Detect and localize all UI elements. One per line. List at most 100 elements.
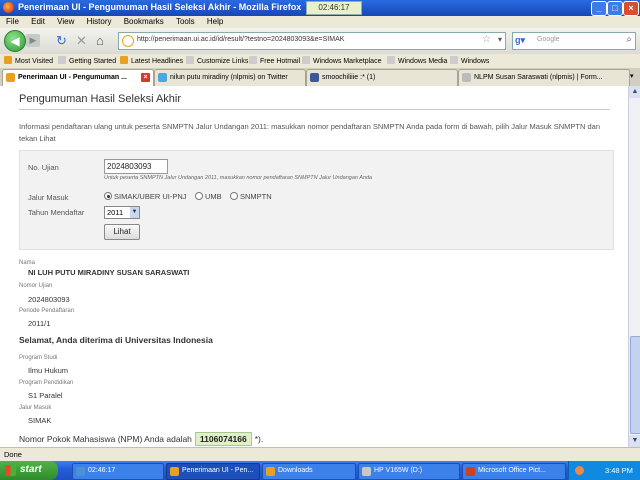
npm-line: Nomor Pokok Mahasiswa (NPM) Anda adalah 1… <box>19 432 263 446</box>
task-downloads[interactable]: Downloads <box>262 463 356 480</box>
menu-history[interactable]: History <box>87 17 112 26</box>
menu-bookmarks[interactable]: Bookmarks <box>124 17 164 26</box>
url-dropdown-icon[interactable]: ▾ <box>498 35 502 44</box>
office-picture-icon <box>466 467 475 476</box>
scroll-thumb[interactable] <box>630 336 640 434</box>
bookmarks-bar: Most Visited Getting Started Latest Head… <box>0 54 640 69</box>
nama-value: NI LUH PUTU MIRADINY SUSAN SARASWATI <box>28 268 190 277</box>
start-label: start <box>20 464 42 475</box>
search-form: No. Ujian 2024803093 Untuk peserta SNMPT… <box>19 150 614 250</box>
bookmark-star-icon[interactable]: ☆ <box>482 34 491 45</box>
info-text: Informasi pendaftaran ulang untuk pesert… <box>19 122 600 143</box>
search-icon[interactable]: ⌕ <box>626 34 632 45</box>
bookmark-latest-headlines[interactable]: Latest Headlines <box>120 56 183 65</box>
tab-bar: Penerimaan UI - Pengumuman ... × nilun p… <box>0 68 640 87</box>
menu-edit[interactable]: Edit <box>31 17 45 26</box>
tab-label: NLPM Susan Saraswati (nlpmis) | Form... <box>474 74 603 81</box>
radio-icon <box>195 192 203 200</box>
no-ujian-input[interactable]: 2024803093 <box>104 159 168 174</box>
bookmark-most-visited[interactable]: Most Visited <box>4 56 53 65</box>
windows-logo-icon <box>5 465 16 476</box>
tab-facebook[interactable]: smoochiliiie :* (1) <box>306 69 458 86</box>
prodi-label: Program Studi <box>19 355 58 361</box>
radio-simak[interactable]: SIMAK/UBER UI-PNJ <box>104 192 187 201</box>
clock-overlay: 02:46:17 <box>306 1 362 15</box>
menu-view[interactable]: View <box>57 17 74 26</box>
tahun-select[interactable]: 2011 ▼ <box>104 206 140 219</box>
url-text: http://penerimaan.ui.ac.id/id/result/?te… <box>137 36 345 43</box>
vertical-scrollbar[interactable]: ▲ ▼ <box>628 86 640 447</box>
search-box[interactable]: g▾ Google ⌕ <box>512 32 636 50</box>
bookmark-getting-started[interactable]: Getting Started <box>58 56 116 65</box>
bookmark-windows-marketplace[interactable]: Windows Marketplace <box>302 56 381 65</box>
radio-icon <box>104 192 112 200</box>
nama-label: Nama <box>19 260 36 266</box>
menu-help[interactable]: Help <box>207 17 223 26</box>
tray-icon[interactable] <box>575 466 584 475</box>
tab-form[interactable]: NLPM Susan Saraswati (nlpmis) | Form... <box>458 69 630 86</box>
maximize-button[interactable]: □ <box>607 1 623 16</box>
task-drive[interactable]: HP V165W (D:) <box>358 463 460 480</box>
tab-twitter[interactable]: nilun putu miradiny (nlpmis) on Twitter <box>154 69 306 86</box>
twitter-icon <box>158 73 167 82</box>
tab-favicon <box>6 73 15 82</box>
npm-suffix: *). <box>254 434 264 444</box>
lihat-button[interactable]: Lihat <box>104 224 140 240</box>
task-label: Penerimaan UI - Pen... <box>182 467 254 474</box>
npm-prefix: Nomor Pokok Mahasiswa (NPM) Anda adalah <box>19 434 192 444</box>
task-firefox[interactable]: Penerimaan UI - Pen... <box>166 463 260 480</box>
bookmark-windows-media[interactable]: Windows Media <box>387 56 447 65</box>
jalur-value: SIMAK <box>28 416 52 425</box>
minimize-button[interactable]: _ <box>591 1 607 16</box>
title-bar: Penerimaan UI - Pengumuman Hasil Seleksi… <box>0 0 640 16</box>
task-clock[interactable]: 02:46:17 <box>72 463 164 480</box>
task-label: 02:46:17 <box>88 467 116 474</box>
tab-list-icon[interactable]: ▾ <box>630 72 634 80</box>
firefox-icon <box>170 467 179 476</box>
back-button[interactable]: ◀ <box>4 30 26 52</box>
menu-file[interactable]: File <box>6 17 19 26</box>
pendidikan-label: Program Pendidikan <box>19 380 74 386</box>
stop-icon[interactable]: ✕ <box>76 32 87 50</box>
scroll-up-icon[interactable]: ▲ <box>629 86 640 98</box>
title-divider <box>19 109 610 110</box>
congrats-message: Selamat, Anda diterima di Universitas In… <box>19 335 213 345</box>
tab-label: nilun putu miradiny (nlpmis) on Twitter <box>170 74 288 81</box>
close-button[interactable]: × <box>623 1 639 16</box>
task-label: Microsoft Office Pict... <box>478 467 546 474</box>
reload-icon[interactable]: ↻ <box>56 32 67 50</box>
task-office-picture[interactable]: Microsoft Office Pict... <box>462 463 566 480</box>
downloads-icon <box>266 467 275 476</box>
nomor-ujian-value: 2024803093 <box>28 295 70 304</box>
system-tray: 3:48 PM <box>568 461 640 480</box>
drive-icon <box>362 467 371 476</box>
bookmark-free-hotmail[interactable]: Free Hotmail <box>249 56 300 65</box>
forward-button[interactable]: ▶ <box>26 34 40 47</box>
tab-label: smoochiliiie :* (1) <box>322 74 376 81</box>
menu-bar: File Edit View History Bookmarks Tools H… <box>0 16 640 28</box>
prodi-value: Ilmu Hukum <box>28 366 69 375</box>
no-ujian-hint: Untuk peserta SNMPTN Jalur Undangan 2011… <box>104 175 373 181</box>
periode-label: Periode Pendaftaran <box>19 308 75 314</box>
firefox-icon <box>3 2 14 13</box>
home-icon[interactable]: ⌂ <box>96 32 104 50</box>
bookmark-customize-links[interactable]: Customize Links <box>186 56 248 65</box>
status-bar: Done <box>0 447 640 462</box>
tab-penerimaan-ui[interactable]: Penerimaan UI - Pengumuman ... × <box>2 69 154 86</box>
url-bar[interactable]: http://penerimaan.ui.ac.id/id/result/?te… <box>118 32 506 50</box>
page-icon <box>462 73 471 82</box>
radio-snmptn[interactable]: SNMPTN <box>230 192 272 201</box>
page-content: Pengumuman Hasil Seleksi Akhir Informasi… <box>0 86 628 447</box>
nomor-ujian-label: Nomor Ujian <box>19 283 53 289</box>
scroll-down-icon[interactable]: ▼ <box>629 435 640 447</box>
status-text: Done <box>4 450 22 459</box>
start-button[interactable]: start <box>0 461 58 480</box>
tab-close-icon[interactable]: × <box>141 73 150 82</box>
jalur-masuk-label: Jalur Masuk <box>28 193 69 202</box>
bookmark-windows[interactable]: Windows <box>450 56 489 65</box>
tab-label: Penerimaan UI - Pengumuman ... <box>18 74 127 81</box>
radio-umb[interactable]: UMB <box>195 192 222 201</box>
menu-tools[interactable]: Tools <box>176 17 195 26</box>
task-label: Downloads <box>278 467 313 474</box>
tray-clock: 3:48 PM <box>605 466 633 475</box>
